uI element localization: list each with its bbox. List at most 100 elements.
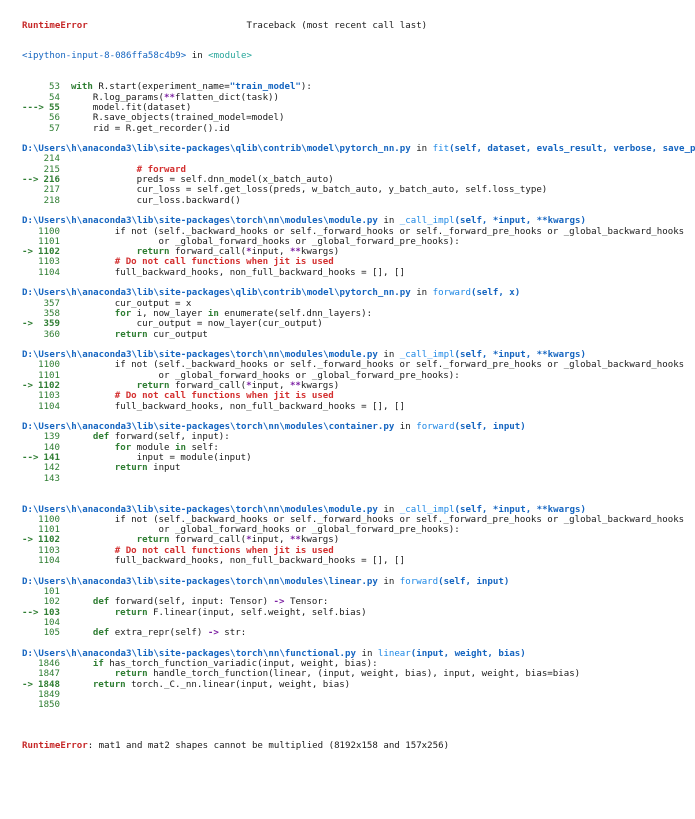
traceback-frame: D:\Users\h\anaconda3\lib\site-packages\q… xyxy=(22,144,695,216)
code-token: # Do not call functions when jit is used xyxy=(70,257,334,268)
current-code-line: -> 359 cur_output = now_layer(cur_output) xyxy=(22,319,695,329)
code-token: kwargs) xyxy=(300,380,340,391)
code-token: "train_model" xyxy=(229,82,301,93)
code-token: full_backward_hooks, non_full_backward_h… xyxy=(70,267,405,278)
line-number: 1100 xyxy=(38,360,60,371)
code-token: input, xyxy=(251,247,290,258)
frame-header: D:\Users\h\anaconda3\lib\site-packages\t… xyxy=(22,216,695,226)
code-token: forward_call( xyxy=(169,247,247,258)
code-token: torch._C._nn.linear(input, weight, bias) xyxy=(125,679,351,690)
line-number: 214 xyxy=(43,154,60,165)
code-line: 54 R.log_params(**flatten_dict(task)) xyxy=(22,93,695,103)
current-line-arrow: -> xyxy=(22,247,33,258)
line-number: 53 xyxy=(49,82,60,93)
frames-container: 53 with R.start(experiment_name="train_m… xyxy=(22,82,695,720)
line-number: 217 xyxy=(43,185,60,196)
frame-gap xyxy=(22,340,695,350)
traceback-frame: D:\Users\h\anaconda3\lib\site-packages\t… xyxy=(22,649,695,721)
code-line: 143 xyxy=(22,474,695,484)
frame-gap xyxy=(22,566,695,576)
code-token: cur_output = x xyxy=(70,298,192,309)
frame-header: D:\Users\h\anaconda3\lib\site-packages\t… xyxy=(22,350,695,360)
current-code-line: --> 216 preds = self.dnn_model(x_batch_au… xyxy=(22,175,695,185)
frame-gap xyxy=(22,494,695,504)
code-token: input xyxy=(147,463,181,474)
current-line-arrow: -> xyxy=(22,319,33,330)
code-token: cur_output xyxy=(147,329,208,340)
code-token: if not (self._backward_hooks or self._fo… xyxy=(70,360,685,371)
code-line: 217 cur_loss = self.get_loss(preds, w_ba… xyxy=(22,185,695,195)
current-line-arrow: -> xyxy=(22,535,33,546)
code-line: 1101 or _global_forward_hooks or _global… xyxy=(22,525,695,535)
frame-header: D:\Users\h\anaconda3\lib\site-packages\t… xyxy=(22,505,695,515)
code-line: 1103 # Do not call functions when jit is… xyxy=(22,546,695,556)
current-line-arrow: --> xyxy=(22,175,39,186)
line-number: 1101 xyxy=(38,370,60,381)
line-number: 1848 xyxy=(38,679,60,690)
code-token: for xyxy=(114,308,132,319)
code-line: 139 def forward(self, input): xyxy=(22,432,695,442)
code-token: return xyxy=(136,535,170,546)
traceback-frame: D:\Users\h\anaconda3\lib\site-packages\q… xyxy=(22,288,695,350)
current-line-arrow: --> xyxy=(22,607,39,618)
code-token: # forward xyxy=(70,164,186,175)
code-token: ** xyxy=(289,380,301,391)
code-line: 1847 return handle_torch_function(linear… xyxy=(22,669,695,679)
line-number: 141 xyxy=(43,453,60,464)
code-token: return xyxy=(136,247,170,258)
current-code-line: ---> 55 model.fit(dataset) xyxy=(22,103,695,113)
current-code-line: -> 1102 return forward_call(*input, **kwa… xyxy=(22,247,695,257)
frame-signature: (self, *input, **kwargs) xyxy=(454,350,586,361)
frame-function-name: fit xyxy=(432,144,450,155)
code-token: cur_loss = self.get_loss(preds, w_batch_… xyxy=(70,185,548,196)
code-token: kwargs) xyxy=(300,535,340,546)
code-line: 101 xyxy=(22,587,695,597)
code-token: enumerate(self.dnn_layers): xyxy=(218,308,373,319)
code-token: cur_output = now_layer(cur_output) xyxy=(70,319,323,330)
code-token: return xyxy=(114,329,148,340)
line-number: 143 xyxy=(43,473,60,484)
current-line-arrow: -> xyxy=(22,679,33,690)
code-token: self: xyxy=(185,442,219,453)
line-number: 360 xyxy=(43,329,60,340)
code-line: 358 for i, now_layer in enumerate(self.d… xyxy=(22,309,695,319)
code-token: extra_repr(self) xyxy=(109,628,208,639)
code-line: 1104 full_backward_hooks, non_full_backw… xyxy=(22,268,695,278)
input-cell-line: <ipython-input-8-086ffa58c4b9> in <modul… xyxy=(22,51,695,61)
code-token: i, now_layer xyxy=(131,308,208,319)
code-token: return xyxy=(92,679,126,690)
in-word: in xyxy=(383,350,395,361)
frame-file-path: D:\Users\h\anaconda3\lib\site-packages\t… xyxy=(22,216,378,227)
line-number: 102 xyxy=(43,597,60,608)
frame-function-name: _call_impl xyxy=(399,504,455,515)
code-line: 1104 full_backward_hooks, non_full_backw… xyxy=(22,402,695,412)
line-number: 1849 xyxy=(38,689,60,700)
frame-header: D:\Users\h\anaconda3\lib\site-packages\q… xyxy=(22,288,695,298)
code-token: rid = R.get_recorder().id xyxy=(70,123,230,134)
line-number: 54 xyxy=(49,92,60,103)
traceback-frame: D:\Users\h\anaconda3\lib\site-packages\t… xyxy=(22,422,695,504)
code-line: 1100 if not (self._backward_hooks or sel… xyxy=(22,515,695,525)
line-number: 1103 xyxy=(38,257,60,268)
final-error-line: RuntimeError: mat1 and mat2 shapes canno… xyxy=(22,741,695,751)
current-line-arrow: -> xyxy=(22,380,33,391)
code-line: 1103 # Do not call functions when jit is… xyxy=(22,257,695,267)
current-code-line: -> 1102 return forward_call(*input, **kwa… xyxy=(22,381,695,391)
code-token: return xyxy=(114,669,148,680)
code-token: has_torch_function_variadic(input, weigh… xyxy=(103,659,378,669)
in-word: in xyxy=(416,144,428,155)
code-token: if not (self._backward_hooks or self._fo… xyxy=(70,514,685,525)
code-token: with xyxy=(70,82,93,93)
code-token: def xyxy=(92,628,110,639)
line-number: 216 xyxy=(43,175,60,186)
code-token: in xyxy=(175,442,186,453)
final-error-name: RuntimeError xyxy=(22,741,88,752)
module-label: <module> xyxy=(208,51,252,62)
code-token: if xyxy=(92,659,104,669)
code-token: ** xyxy=(289,247,301,258)
code-token: -> xyxy=(273,597,285,608)
line-number: 1104 xyxy=(38,556,60,567)
